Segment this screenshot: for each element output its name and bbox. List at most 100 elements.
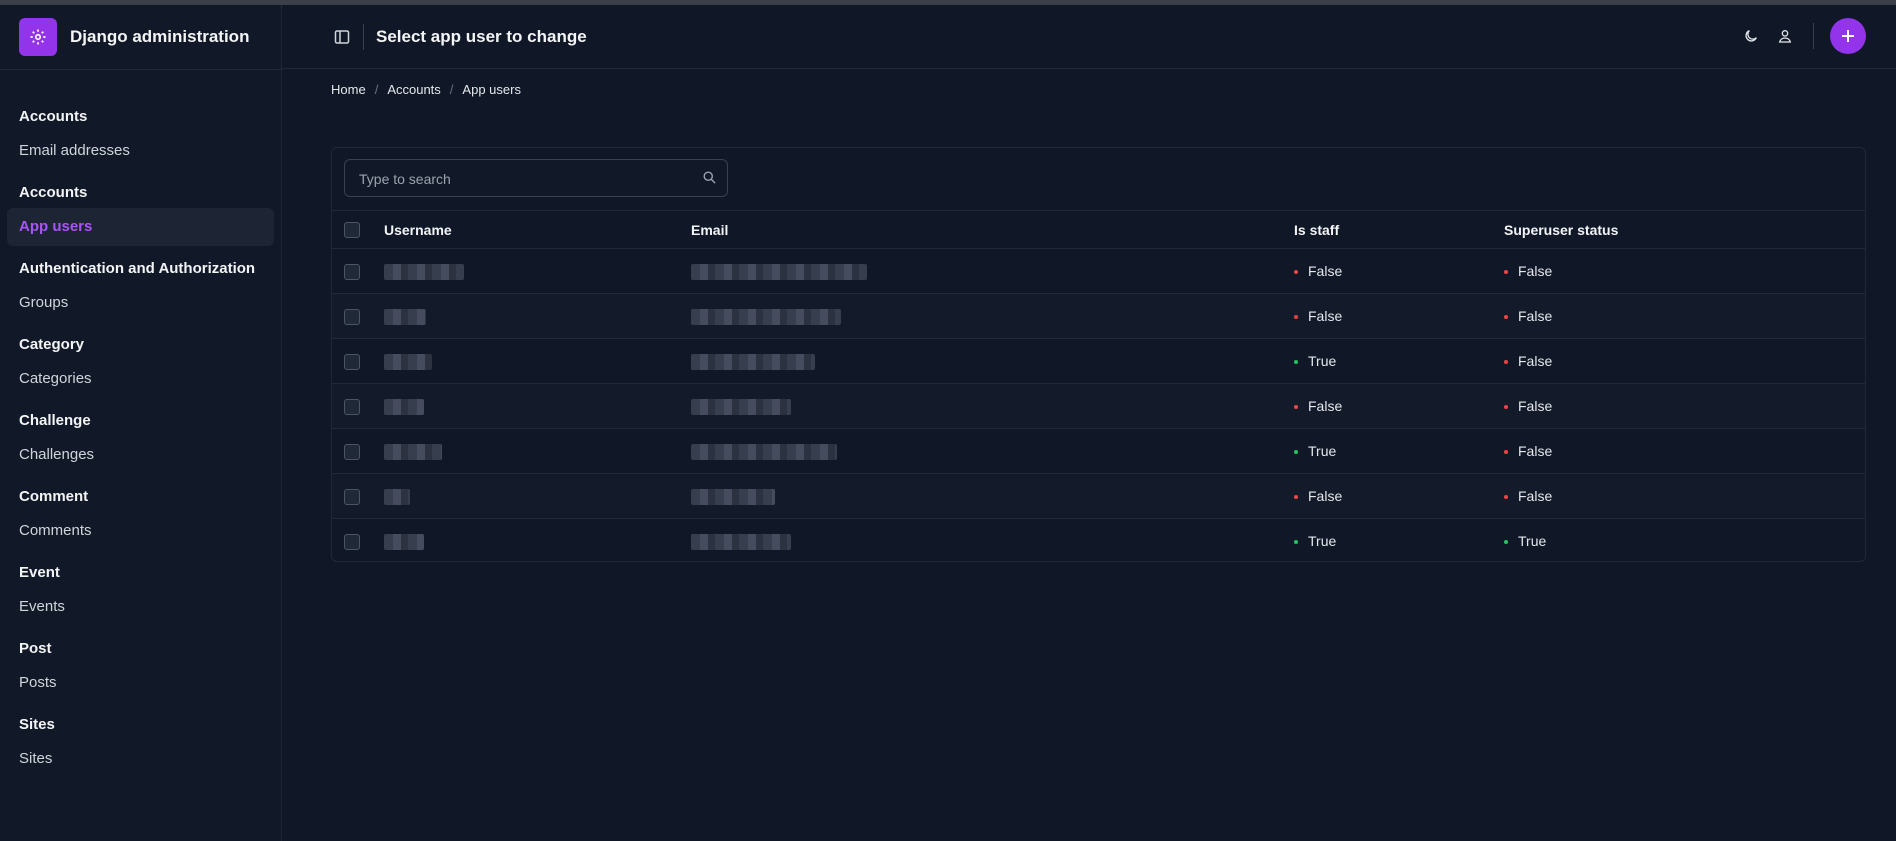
redacted-username[interactable]: [384, 398, 424, 415]
sidebar-group-label: Accounts: [19, 184, 88, 201]
redacted-username[interactable]: [384, 533, 424, 550]
row-select-cell: [332, 248, 384, 294]
sidebar-group-label: Post: [19, 640, 52, 657]
breadcrumb-app-users: App users: [462, 82, 521, 97]
is-staff-cell: False: [1294, 473, 1504, 519]
table-row[interactable]: True True: [332, 519, 1865, 564]
gear-logo-icon[interactable]: [19, 18, 57, 56]
email-cell: [691, 428, 1294, 474]
sidebar-group-label: Sites: [19, 716, 55, 733]
is-staff-value: False: [1308, 308, 1343, 324]
table-header-row: Username Email Is staff Superuser status: [332, 211, 1865, 249]
superuser-cell: False: [1504, 473, 1865, 519]
row-checkbox[interactable]: [344, 488, 360, 505]
site-title[interactable]: Django administration: [70, 27, 249, 47]
username-cell[interactable]: [384, 473, 691, 519]
sidebar-item[interactable]: Sites: [7, 740, 274, 778]
breadcrumb-accounts[interactable]: Accounts: [387, 82, 440, 97]
username-cell[interactable]: [384, 519, 691, 564]
email-cell: [691, 383, 1294, 429]
email-cell: [691, 248, 1294, 294]
status-dot-icon: [1504, 405, 1508, 410]
table-row[interactable]: True False: [332, 338, 1865, 384]
breadcrumb-home[interactable]: Home: [331, 82, 366, 97]
search-icon[interactable]: [702, 170, 717, 190]
redacted-username[interactable]: [384, 308, 426, 325]
username-cell[interactable]: [384, 248, 691, 294]
sidebar-item[interactable]: Posts: [7, 664, 274, 702]
table-row[interactable]: False False: [332, 473, 1865, 519]
row-checkbox[interactable]: [344, 353, 360, 370]
sidebar: Django administration Accounts Email addr…: [0, 5, 282, 841]
column-superuser-status[interactable]: Superuser status: [1504, 211, 1865, 249]
is-staff-cell: False: [1294, 383, 1504, 429]
redacted-email: [691, 533, 791, 550]
sidebar-group-label: Challenge: [19, 412, 91, 429]
redacted-email: [691, 308, 841, 325]
select-all-checkbox[interactable]: [344, 222, 360, 239]
changelist-toolbar: [332, 148, 1865, 211]
row-select-cell: [332, 293, 384, 339]
username-cell[interactable]: [384, 293, 691, 339]
row-checkbox[interactable]: [344, 398, 360, 415]
redacted-username[interactable]: [384, 443, 442, 460]
sidebar-group-label: Event: [19, 564, 60, 581]
sidebar-toggle-icon[interactable]: [331, 26, 353, 48]
row-checkbox[interactable]: [344, 308, 360, 325]
row-checkbox[interactable]: [344, 443, 360, 460]
is-staff-value: True: [1308, 533, 1337, 549]
superuser-value: False: [1518, 263, 1553, 279]
sidebar-group-label: Category: [19, 336, 85, 353]
row-checkbox[interactable]: [344, 263, 360, 280]
brand: Django administration: [0, 5, 281, 70]
username-cell[interactable]: [384, 428, 691, 474]
username-cell[interactable]: [384, 383, 691, 429]
table-body: False False False False True False False False T…: [332, 248, 1865, 564]
column-username[interactable]: Username: [384, 211, 691, 249]
breadcrumb-separator: /: [449, 82, 454, 97]
page-title: Select app user to change: [376, 26, 587, 46]
sidebar-item[interactable]: Categories: [7, 360, 274, 398]
row-checkbox[interactable]: [344, 533, 360, 550]
sidebar-item[interactable]: Comments: [7, 512, 274, 550]
table-row[interactable]: False False: [332, 248, 1865, 294]
row-select-cell: [332, 383, 384, 429]
superuser-cell: False: [1504, 338, 1865, 384]
users-table: Username Email Is staff Superuser status…: [332, 211, 1865, 563]
redacted-username[interactable]: [384, 263, 464, 280]
moon-icon[interactable]: [1737, 22, 1765, 50]
redacted-username[interactable]: [384, 488, 410, 505]
sidebar-item[interactable]: Challenges: [7, 436, 274, 474]
redacted-email: [691, 488, 775, 505]
search-input[interactable]: [357, 160, 691, 198]
header-divider: [363, 23, 364, 50]
user-icon[interactable]: [1771, 22, 1799, 50]
select-all-cell: [332, 211, 384, 249]
superuser-value: False: [1518, 353, 1553, 369]
redacted-username[interactable]: [384, 353, 432, 370]
is-staff-cell: True: [1294, 338, 1504, 384]
sidebar-item[interactable]: App users: [7, 208, 274, 246]
is-staff-value: True: [1308, 443, 1337, 459]
table-row[interactable]: False False: [332, 293, 1865, 339]
is-staff-value: False: [1308, 398, 1343, 414]
redacted-email: [691, 353, 815, 370]
is-staff-value: False: [1308, 263, 1343, 279]
table-row[interactable]: True False: [332, 428, 1865, 474]
sidebar-item[interactable]: Events: [7, 588, 274, 626]
row-select-cell: [332, 519, 384, 564]
username-cell[interactable]: [384, 338, 691, 384]
column-email[interactable]: Email: [691, 211, 1294, 249]
sidebar-nav: Accounts Email addresses Accounts App users…: [0, 70, 281, 778]
top-bar: Select app user to change: [282, 5, 1896, 69]
add-button[interactable]: [1830, 18, 1866, 54]
status-dot-icon: [1504, 360, 1508, 365]
superuser-cell: False: [1504, 293, 1865, 339]
status-dot-icon: [1294, 540, 1298, 545]
sidebar-item[interactable]: Email addresses: [7, 132, 274, 170]
sidebar-group-label: Authentication and Authorization: [19, 260, 256, 277]
is-staff-cell: True: [1294, 519, 1504, 564]
column-is-staff[interactable]: Is staff: [1294, 211, 1504, 249]
table-row[interactable]: False False: [332, 383, 1865, 429]
sidebar-item[interactable]: Groups: [7, 284, 274, 322]
